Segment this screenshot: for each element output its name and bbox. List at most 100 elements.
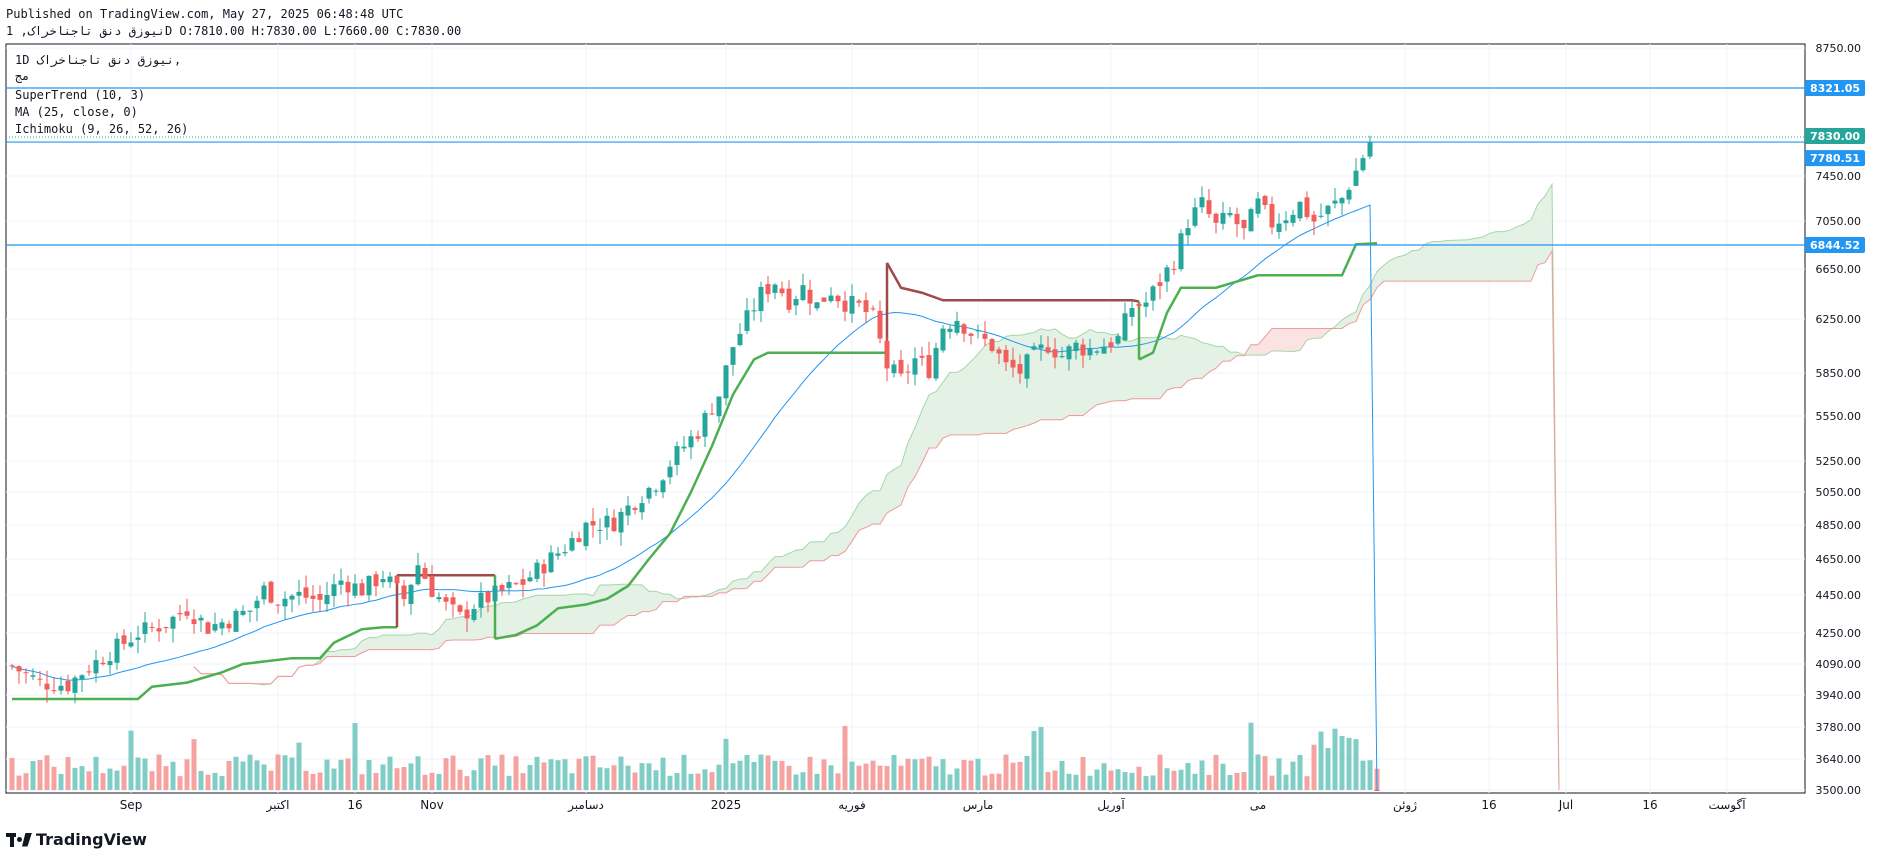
volume-bar: [1241, 772, 1247, 790]
candle-body: [23, 672, 29, 674]
volume-bar: [205, 774, 211, 790]
candle-body: [380, 579, 386, 583]
candle-body: [226, 623, 232, 629]
candle-body: [968, 333, 974, 336]
volume-bar: [415, 756, 421, 790]
candle-body: [1297, 201, 1303, 219]
x-tick-label: اکتبر: [266, 798, 290, 813]
y-tick-label: 5850.00: [1816, 367, 1862, 380]
candle-body: [1010, 359, 1016, 368]
cloud-segment: [453, 616, 460, 640]
cloud-segment: [1426, 241, 1433, 282]
volume-bar: [618, 756, 624, 790]
volume-bar: [919, 758, 925, 790]
y-tick-label: 4090.00: [1816, 658, 1862, 671]
volume-bar: [842, 725, 848, 790]
volume-bar: [688, 773, 694, 790]
legend-ichimoku[interactable]: Ichimoku (9, 26, 52, 26): [15, 122, 188, 136]
candle-body: [1213, 213, 1219, 223]
volume-bar: [9, 757, 15, 790]
cloud-segment: [1097, 332, 1104, 405]
cloud-segment: [1048, 328, 1055, 420]
candle-body: [359, 583, 365, 596]
candle-body: [849, 296, 855, 314]
candle-body: [576, 538, 582, 543]
cloud-segment: [1440, 240, 1447, 282]
candle-body: [1087, 348, 1093, 356]
volume-bar: [765, 755, 771, 790]
price-chart[interactable]: 8750.00 7450.00 7050.00 6650.00 6250.00 5850.…: [0, 0, 1878, 858]
cloud-segment: [943, 372, 950, 439]
volume-bar: [1115, 769, 1121, 790]
volume-bar: [758, 754, 764, 790]
candle-body: [478, 592, 484, 608]
candle-body: [954, 320, 960, 333]
volume-bar: [366, 759, 372, 790]
legend-ma[interactable]: MA (25, close, 0): [15, 105, 138, 119]
x-tick-label: آوریل: [1097, 797, 1125, 813]
volume-bar: [1185, 762, 1191, 790]
candle-body: [464, 609, 470, 619]
cloud-segment: [740, 578, 747, 589]
volume-bar: [611, 765, 617, 790]
volume-bar: [856, 765, 862, 790]
volume-bar: [233, 756, 239, 790]
cloud-segment: [390, 634, 397, 650]
volume-bar: [380, 764, 386, 790]
volume-bar: [954, 768, 960, 790]
x-tick-label: دسامبر: [567, 798, 604, 813]
y-tick-label: 3640.00: [1816, 753, 1862, 766]
cloud-segment: [1034, 328, 1041, 424]
candle-body: [1241, 219, 1247, 229]
candle-body: [1171, 268, 1177, 270]
candle: [1248, 207, 1254, 232]
volume-bar: [1157, 754, 1163, 790]
volume-bar: [478, 758, 484, 790]
candle-body: [1283, 220, 1289, 224]
candle-body: [786, 288, 792, 310]
candle-body: [751, 310, 757, 312]
candle-body: [107, 661, 113, 666]
plot-frame: [5, 43, 1806, 794]
legend-symbol[interactable]: 1D نیوزق دنق تاجناخراک,: [15, 53, 181, 67]
cloud-segment: [1083, 329, 1090, 416]
candle-body: [1122, 313, 1128, 341]
cloud-segment: [1454, 239, 1461, 282]
x-tick-label: Nov: [420, 798, 443, 812]
candle-body: [1234, 213, 1240, 225]
volume-bar: [660, 757, 666, 790]
cloud-segment: [1020, 333, 1027, 428]
cloud-segment: [607, 584, 614, 626]
volume-bar: [555, 760, 561, 790]
cloud-segment: [565, 594, 572, 634]
candle-body: [807, 289, 813, 304]
candle: [933, 342, 939, 381]
volume-bar: [674, 773, 680, 790]
cloud-segment: [1314, 328, 1321, 339]
volume-bar: [261, 764, 267, 790]
candle-body: [1346, 189, 1352, 200]
volume-bar: [1073, 774, 1079, 790]
cloud-segment: [873, 490, 880, 524]
volume-bar: [1178, 769, 1184, 790]
x-tick-label: 2025: [711, 798, 742, 812]
volume-bar: [219, 775, 225, 790]
candle-body: [1206, 200, 1212, 215]
legend-supertrend[interactable]: SuperTrend (10, 3): [15, 88, 145, 102]
candle-body: [44, 683, 50, 690]
volume-bar: [457, 769, 463, 790]
candle-body: [625, 505, 631, 516]
tradingview-brand[interactable]: TradingView: [6, 830, 147, 849]
cloud-segment: [1293, 328, 1300, 352]
volume-bar: [44, 755, 50, 790]
x-tick-label: 16: [1481, 798, 1496, 812]
candle-body: [1311, 214, 1317, 222]
volume-bar: [1283, 774, 1289, 790]
cloud-segment: [1405, 250, 1412, 282]
volume-bar: [590, 755, 596, 790]
cloud-segment: [810, 541, 817, 561]
candle-body: [1325, 205, 1331, 215]
candle-body: [233, 610, 239, 632]
candle-body: [695, 436, 701, 439]
volume-bar: [352, 723, 358, 790]
